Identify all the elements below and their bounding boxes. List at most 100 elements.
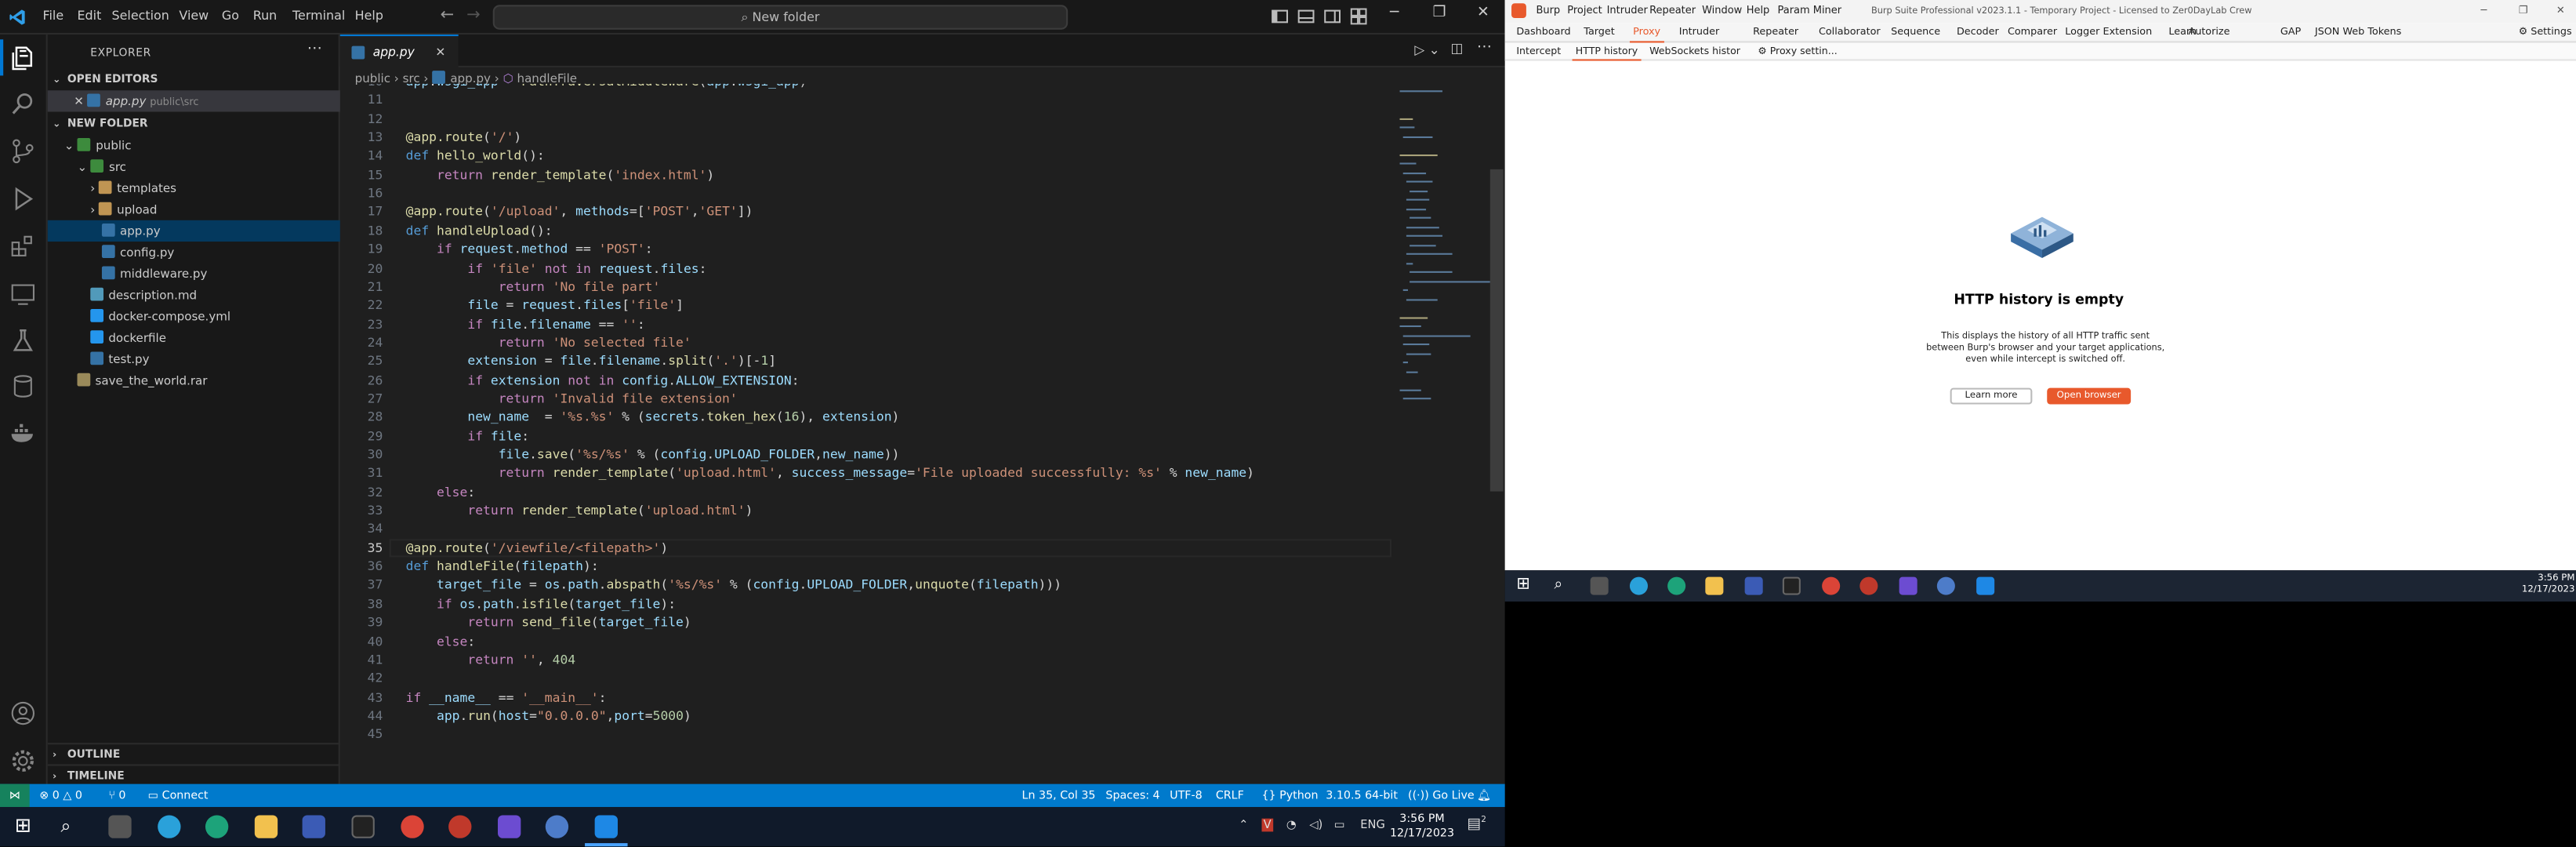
menu-help[interactable]: Help <box>355 8 383 23</box>
telegram-icon[interactable] <box>1629 576 1648 595</box>
vscode-taskbar-icon[interactable] <box>1976 576 1995 595</box>
burp-menu-window[interactable]: Window <box>1702 0 1742 23</box>
language-indicator[interactable]: ENG <box>1360 819 1385 832</box>
encoding[interactable]: UTF-8 <box>1170 784 1203 807</box>
browser-icon[interactable] <box>545 815 569 838</box>
proxy-settings-button[interactable]: ⚙ Proxy settin... <box>1758 42 1837 60</box>
volume-icon[interactable]: ◁) <box>1309 819 1322 832</box>
open-editors-section[interactable]: ⌄ OPEN EDITORS <box>48 69 340 90</box>
notification-center-icon[interactable]: ▤2 <box>1467 815 1486 833</box>
burp-tab-gap[interactable]: GAP <box>2280 23 2301 42</box>
notifications-bell-icon[interactable]: 🔔︎ <box>1477 784 1491 807</box>
tree-file-middleware-py[interactable]: middleware.py <box>48 263 340 284</box>
powershell-icon[interactable] <box>302 815 325 838</box>
close-icon[interactable]: ✕ <box>435 36 445 67</box>
more-actions-icon[interactable]: ⋯ <box>1477 39 1492 56</box>
burp-tab-extension[interactable]: Extension <box>2103 23 2152 42</box>
indentation[interactable]: Spaces: 4 <box>1105 784 1159 807</box>
toggle-secondary-sidebar-icon[interactable] <box>1324 8 1341 24</box>
menu-run[interactable]: Run <box>253 8 278 23</box>
search-icon[interactable]: ⌕ <box>1555 577 1563 594</box>
back-arrow-icon[interactable]: ← <box>441 6 455 24</box>
manage-gear-icon[interactable] <box>10 748 37 775</box>
code-editor[interactable]: 10 app.wsgi_app = PathTraversalMiddleware… <box>340 84 1490 758</box>
ports-indicator[interactable]: ⑂ 0 <box>108 784 125 807</box>
tree-file-rar[interactable]: save_the_world.rar <box>48 370 340 391</box>
close-window-icon[interactable]: ✕ <box>2556 0 2565 23</box>
tree-folder-src[interactable]: ⌄ src <box>48 156 340 177</box>
docker-icon[interactable] <box>10 420 37 447</box>
task-view-icon[interactable] <box>108 815 132 838</box>
burp-menu-intruder[interactable]: Intruder <box>1607 0 1648 23</box>
menu-view[interactable]: View <box>179 8 209 23</box>
run-debug-icon[interactable] <box>10 186 37 213</box>
cursor-position[interactable]: Ln 35, Col 35 <box>1022 784 1096 807</box>
restore-icon[interactable]: ❐ <box>1432 5 1446 21</box>
chrome-alt-icon[interactable] <box>448 815 472 838</box>
burp-settings-button[interactable]: ⚙ Settings <box>2519 23 2572 42</box>
search-icon[interactable] <box>10 90 37 117</box>
minimize-icon[interactable]: ─ <box>1390 5 1399 21</box>
new-folder-section[interactable]: ⌄ NEW FOLDER <box>48 114 340 135</box>
open-browser-button[interactable]: Open browser <box>2047 387 2132 405</box>
close-icon[interactable]: ✕ <box>74 93 87 108</box>
burp-tab-dashboard[interactable]: Dashboard <box>1516 23 1570 42</box>
chrome-icon[interactable] <box>1822 576 1841 595</box>
powershell-icon[interactable] <box>1744 576 1763 595</box>
tab-app-py[interactable]: app.py ✕ <box>339 35 459 67</box>
edge-icon[interactable] <box>205 815 229 838</box>
more-actions-icon[interactable]: ⋯ <box>307 41 322 57</box>
burp-tab-collaborator[interactable]: Collaborator <box>1819 23 1881 42</box>
tray-app-icon[interactable]: V <box>1261 818 1273 832</box>
tree-file-config-py[interactable]: config.py <box>48 242 340 263</box>
telegram-icon[interactable] <box>158 815 181 838</box>
taskbar-clock[interactable]: 3:56 PM 12/17/2023 <box>1390 812 1454 842</box>
network-icon[interactable]: ◔ <box>1286 819 1297 832</box>
toggle-sidebar-icon[interactable] <box>1272 8 1289 24</box>
chrome-alt-icon[interactable] <box>1859 576 1878 595</box>
database-icon[interactable] <box>10 373 37 400</box>
app-icon[interactable] <box>1899 576 1917 595</box>
burp-tab-comparer[interactable]: Comparer <box>2008 23 2057 42</box>
outline-section[interactable]: › OUTLINE <box>47 743 340 764</box>
vscode-taskbar-icon[interactable] <box>594 815 618 838</box>
tree-file-dockerfile[interactable]: dockerfile <box>48 327 340 348</box>
tree-file-test-py[interactable]: test.py <box>48 348 340 369</box>
burp-menu-project[interactable]: Project <box>1567 0 1602 23</box>
battery-icon[interactable]: ▭ <box>1334 819 1345 832</box>
explorer-icon[interactable] <box>10 45 37 71</box>
line-ending[interactable]: CRLF <box>1216 784 1244 807</box>
menu-file[interactable]: File <box>42 8 63 23</box>
tree-folder-public[interactable]: ⌄ public <box>48 135 340 156</box>
edge-icon[interactable] <box>1667 576 1686 595</box>
burp-tab-autorize[interactable]: Autorize <box>2188 23 2230 42</box>
start-icon[interactable]: ⊞ <box>15 813 31 836</box>
forward-arrow-icon[interactable]: → <box>466 6 481 24</box>
subtab-websockets-history[interactable]: WebSockets histor <box>1649 42 1740 60</box>
minimize-icon[interactable]: ─ <box>2481 0 2487 23</box>
burp-tab-logger[interactable]: Logger <box>2065 23 2099 42</box>
burp-menu-help[interactable]: Help <box>1747 0 1770 23</box>
burp-tab-decoder[interactable]: Decoder <box>1957 23 1999 42</box>
tree-file-description-md[interactable]: description.md <box>48 285 340 306</box>
remote-explorer-icon[interactable] <box>10 281 37 307</box>
testing-icon[interactable] <box>10 327 37 354</box>
subtab-intercept[interactable]: Intercept <box>1516 42 1561 60</box>
burp-tab-proxy[interactable]: Proxy <box>1630 23 1664 43</box>
command-center-search[interactable]: ⌕ New folder <box>492 5 1068 30</box>
menu-selection[interactable]: Selection <box>112 8 169 23</box>
python-interpreter[interactable]: 3.10.5 64-bit <box>1326 784 1398 807</box>
tree-file-app-py[interactable]: app.py <box>47 220 340 242</box>
minimap[interactable] <box>1396 84 1492 462</box>
menu-edit[interactable]: Edit <box>77 8 101 23</box>
tree-file-docker-compose[interactable]: docker-compose.yml <box>48 306 340 327</box>
chrome-icon[interactable] <box>401 815 424 838</box>
restore-icon[interactable]: ❐ <box>2519 0 2528 23</box>
burp-menu-burp[interactable]: Burp <box>1536 0 1560 23</box>
tray-overflow-icon[interactable]: ⌃ <box>1239 819 1248 832</box>
tree-folder-templates[interactable]: › templates <box>48 177 340 198</box>
extensions-icon[interactable] <box>10 234 37 260</box>
run-python-icon[interactable]: ▷ ⌄ <box>1414 42 1439 57</box>
terminal-icon[interactable] <box>1782 576 1801 595</box>
tree-folder-upload[interactable]: › upload <box>48 199 340 220</box>
